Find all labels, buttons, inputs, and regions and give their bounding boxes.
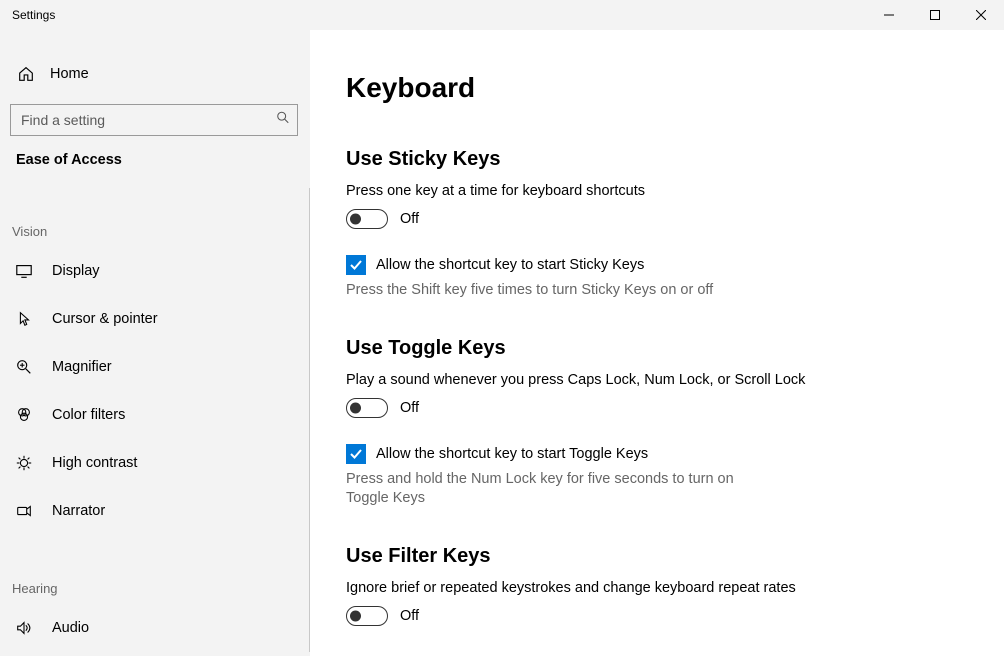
section-title-filter-keys: Use Filter Keys	[346, 545, 968, 568]
sidebar: Home Ease of Access Vision Display	[0, 30, 310, 656]
sidebar-item-narrator[interactable]: Narrator	[0, 487, 310, 535]
display-icon	[14, 261, 34, 281]
section-desc: Ignore brief or repeated keystrokes and …	[346, 580, 968, 596]
sidebar-item-label: Display	[52, 263, 100, 279]
toggle-knob-icon	[350, 214, 361, 225]
sidebar-item-audio[interactable]: Audio	[0, 604, 310, 652]
sidebar-item-label: Magnifier	[52, 359, 112, 375]
checkbox-label: Allow the shortcut key to start Toggle K…	[376, 446, 648, 462]
sidebar-group-hearing: Hearing	[0, 581, 310, 596]
sidebar-item-label: Narrator	[52, 503, 105, 519]
color-filters-icon	[14, 405, 34, 425]
high-contrast-icon	[14, 453, 34, 473]
toggle-state-label: Off	[400, 608, 419, 624]
maximize-icon	[930, 10, 940, 20]
narrator-icon	[14, 501, 34, 521]
close-icon	[976, 10, 986, 20]
sidebar-item-high-contrast[interactable]: High contrast	[0, 439, 310, 487]
checkmark-icon	[349, 447, 363, 461]
titlebar: Settings	[0, 0, 1004, 30]
section-hint: Press and hold the Num Lock key for five…	[346, 470, 776, 509]
checkbox-label: Allow the shortcut key to start Sticky K…	[376, 257, 644, 273]
page-title: Keyboard	[346, 72, 968, 104]
toggle-keys-shortcut-checkbox[interactable]	[346, 444, 366, 464]
section-desc: Play a sound whenever you press Caps Loc…	[346, 372, 968, 388]
search-icon	[276, 111, 290, 130]
section-title-toggle-keys: Use Toggle Keys	[346, 337, 968, 360]
sidebar-item-color-filters[interactable]: Color filters	[0, 391, 310, 439]
toggle-state-label: Off	[400, 400, 419, 416]
section-title-sticky-keys: Use Sticky Keys	[346, 148, 968, 171]
section-desc: Press one key at a time for keyboard sho…	[346, 183, 968, 199]
sidebar-item-label: High contrast	[52, 455, 137, 471]
toggle-state-label: Off	[400, 211, 419, 227]
toggle-keys-toggle[interactable]	[346, 398, 388, 418]
toggle-knob-icon	[350, 402, 361, 413]
sticky-keys-shortcut-checkbox[interactable]	[346, 255, 366, 275]
sidebar-home[interactable]: Home	[0, 54, 310, 94]
sidebar-item-label: Audio	[52, 620, 89, 636]
sidebar-item-display[interactable]: Display	[0, 247, 310, 295]
sticky-keys-toggle[interactable]	[346, 209, 388, 229]
checkmark-icon	[349, 258, 363, 272]
minimize-button[interactable]	[866, 0, 912, 30]
cursor-icon	[14, 309, 34, 329]
sidebar-group-vision: Vision	[0, 224, 310, 239]
audio-icon	[14, 618, 34, 638]
window-title: Settings	[0, 8, 55, 22]
sidebar-item-magnifier[interactable]: Magnifier	[0, 343, 310, 391]
close-button[interactable]	[958, 0, 1004, 30]
sidebar-item-label: Cursor & pointer	[52, 311, 158, 327]
content-pane: Keyboard Use Sticky Keys Press one key a…	[310, 30, 1004, 656]
maximize-button[interactable]	[912, 0, 958, 30]
filter-keys-toggle[interactable]	[346, 606, 388, 626]
sidebar-category-label: Ease of Access	[0, 152, 310, 168]
home-icon	[16, 64, 36, 84]
search-input[interactable]	[10, 104, 298, 136]
home-label: Home	[50, 66, 89, 82]
sidebar-item-cursor-pointer[interactable]: Cursor & pointer	[0, 295, 310, 343]
magnifier-icon	[14, 357, 34, 377]
section-hint: Press the Shift key five times to turn S…	[346, 281, 776, 301]
minimize-icon	[884, 10, 894, 20]
sidebar-item-label: Color filters	[52, 407, 125, 423]
toggle-knob-icon	[350, 610, 361, 621]
